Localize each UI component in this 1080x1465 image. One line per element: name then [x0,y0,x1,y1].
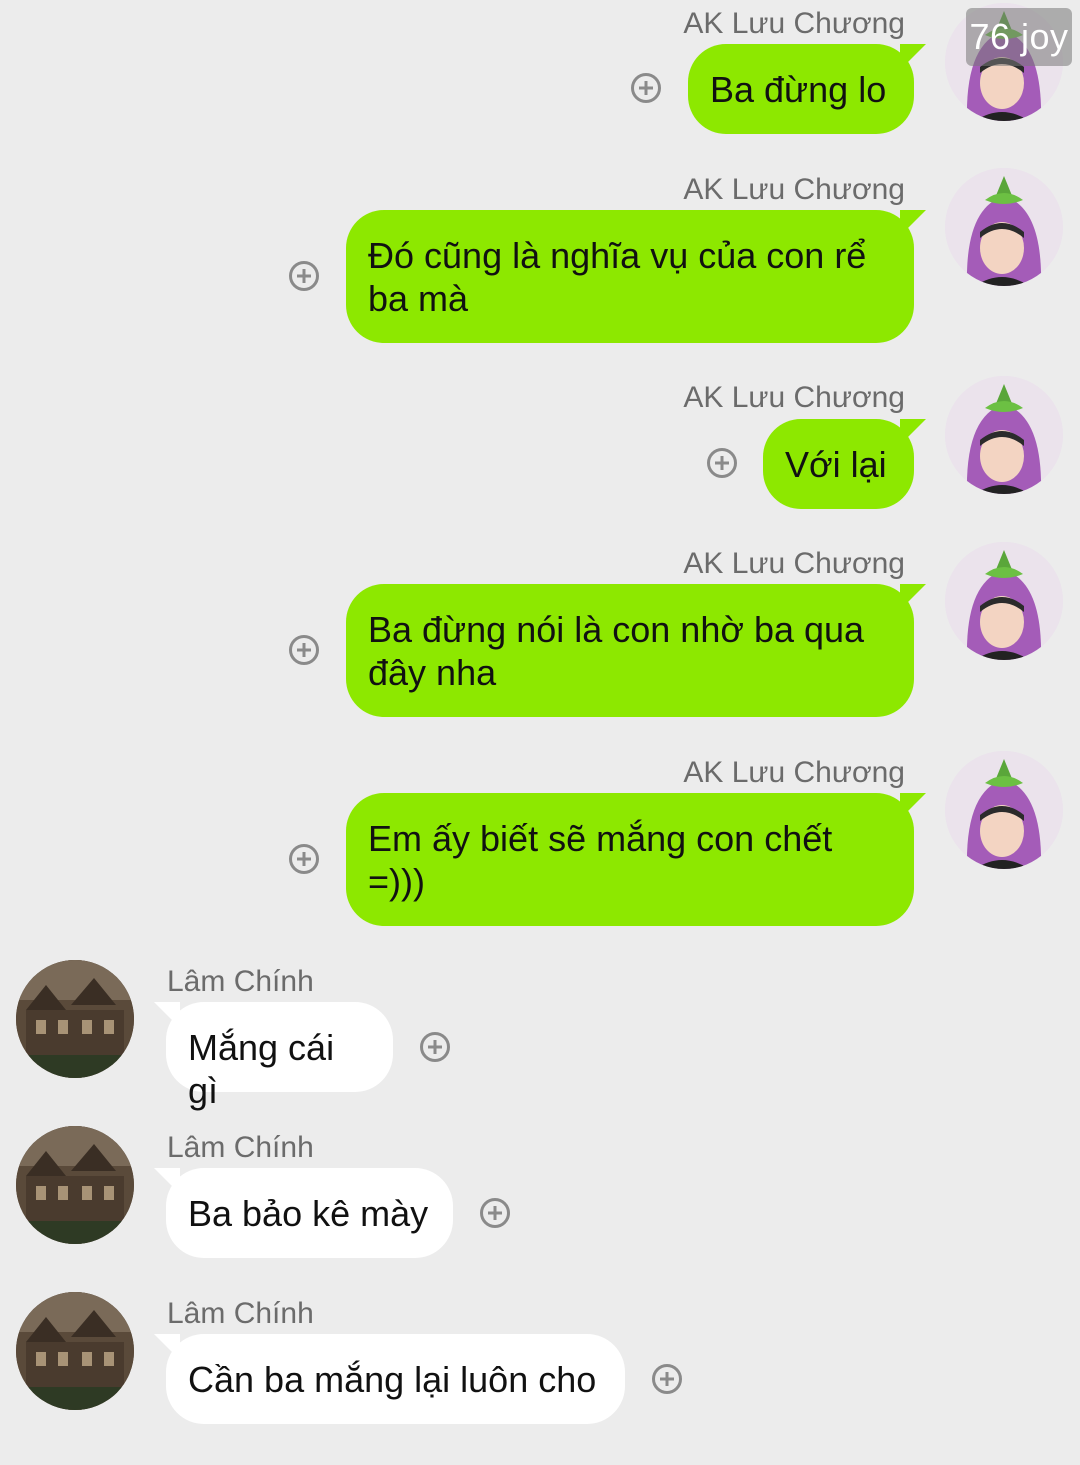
sender-name: AK Lưu Chương [683,173,905,206]
message-text-line: Với lại [785,444,887,485]
message-text-line: =))) [368,861,425,902]
add-reaction-icon[interactable] [289,844,319,874]
message-text-line: Em ấy biết sẽ mắng con chết [368,818,833,859]
sender-name: Lâm Chính [167,1131,314,1164]
message-text-line: Mắng cái gì [188,1027,335,1111]
message-outgoing: AK Lưu Chương Đó cũng là nghĩa vụ của co… [0,168,1080,346]
message-text-line: Ba đừng lo [710,69,887,110]
message-bubble[interactable]: Với lại [763,419,914,509]
message-bubble[interactable]: Ba đừng nói là con nhờ ba qua đây nha [346,584,914,717]
mansion-avatar-icon[interactable] [16,1126,134,1244]
message-bubble[interactable]: Mắng cái gì [166,1002,393,1111]
message-text-line: ba mà [368,278,469,319]
eggplant-hat-avatar-icon[interactable] [945,542,1063,660]
sender-name: AK Lưu Chương [683,7,905,40]
mansion-avatar-icon[interactable] [16,1292,134,1410]
sender-name: Lâm Chính [167,965,314,998]
message-bubble[interactable]: Cần ba mắng lại luôn cho [166,1334,625,1424]
message-text-line: đây nha [368,652,497,693]
sender-name: AK Lưu Chương [683,547,905,580]
message-bubble[interactable]: Ba bảo kê mày [166,1168,453,1258]
message-bubble[interactable]: Em ấy biết sẽ mắng con chết =))) [346,793,914,926]
add-reaction-icon[interactable] [707,448,737,478]
add-reaction-icon[interactable] [480,1198,510,1228]
sender-name: Lâm Chính [167,1297,314,1330]
message-text-line: Cần ba mắng lại luôn cho [188,1359,597,1400]
add-reaction-icon[interactable] [631,73,661,103]
sender-name: AK Lưu Chương [683,381,905,414]
message-outgoing: AK Lưu Chương Ba đừng nói là con nhờ ba … [0,542,1080,720]
eggplant-hat-avatar-icon[interactable] [945,751,1063,869]
message-incoming: Lâm Chính Cần ba mắng lại luôn cho [0,1292,1080,1427]
add-reaction-icon[interactable] [420,1032,450,1062]
message-outgoing: AK Lưu Chương Ba đừng lo [0,0,1080,135]
eggplant-hat-avatar-icon[interactable] [945,168,1063,286]
add-reaction-icon[interactable] [289,261,319,291]
watermark: 76 joy [966,8,1072,66]
message-text-line: Ba bảo kê mày [188,1193,429,1234]
message-text-line: Đó cũng là nghĩa vụ của con rể [368,235,867,276]
message-bubble[interactable]: Đó cũng là nghĩa vụ của con rể ba mà [346,210,914,343]
message-bubble[interactable]: Ba đừng lo [688,44,914,134]
message-text-line: Ba đừng nói là con nhờ ba qua [368,609,865,650]
eggplant-hat-avatar-icon[interactable] [945,376,1063,494]
mansion-avatar-icon[interactable] [16,960,134,1078]
message-outgoing: AK Lưu Chương Với lại [0,376,1080,510]
message-incoming: Lâm Chính Mắng cái gì [0,960,1080,1111]
message-outgoing: AK Lưu Chương Em ấy biết sẽ mắng con chế… [0,751,1080,929]
add-reaction-icon[interactable] [652,1364,682,1394]
add-reaction-icon[interactable] [289,635,319,665]
sender-name: AK Lưu Chương [683,756,905,789]
chat-view: AK Lưu Chương Ba đừng lo AK Lưu Chương Đ… [0,0,1080,1465]
message-incoming: Lâm Chính Ba bảo kê mày [0,1126,1080,1261]
